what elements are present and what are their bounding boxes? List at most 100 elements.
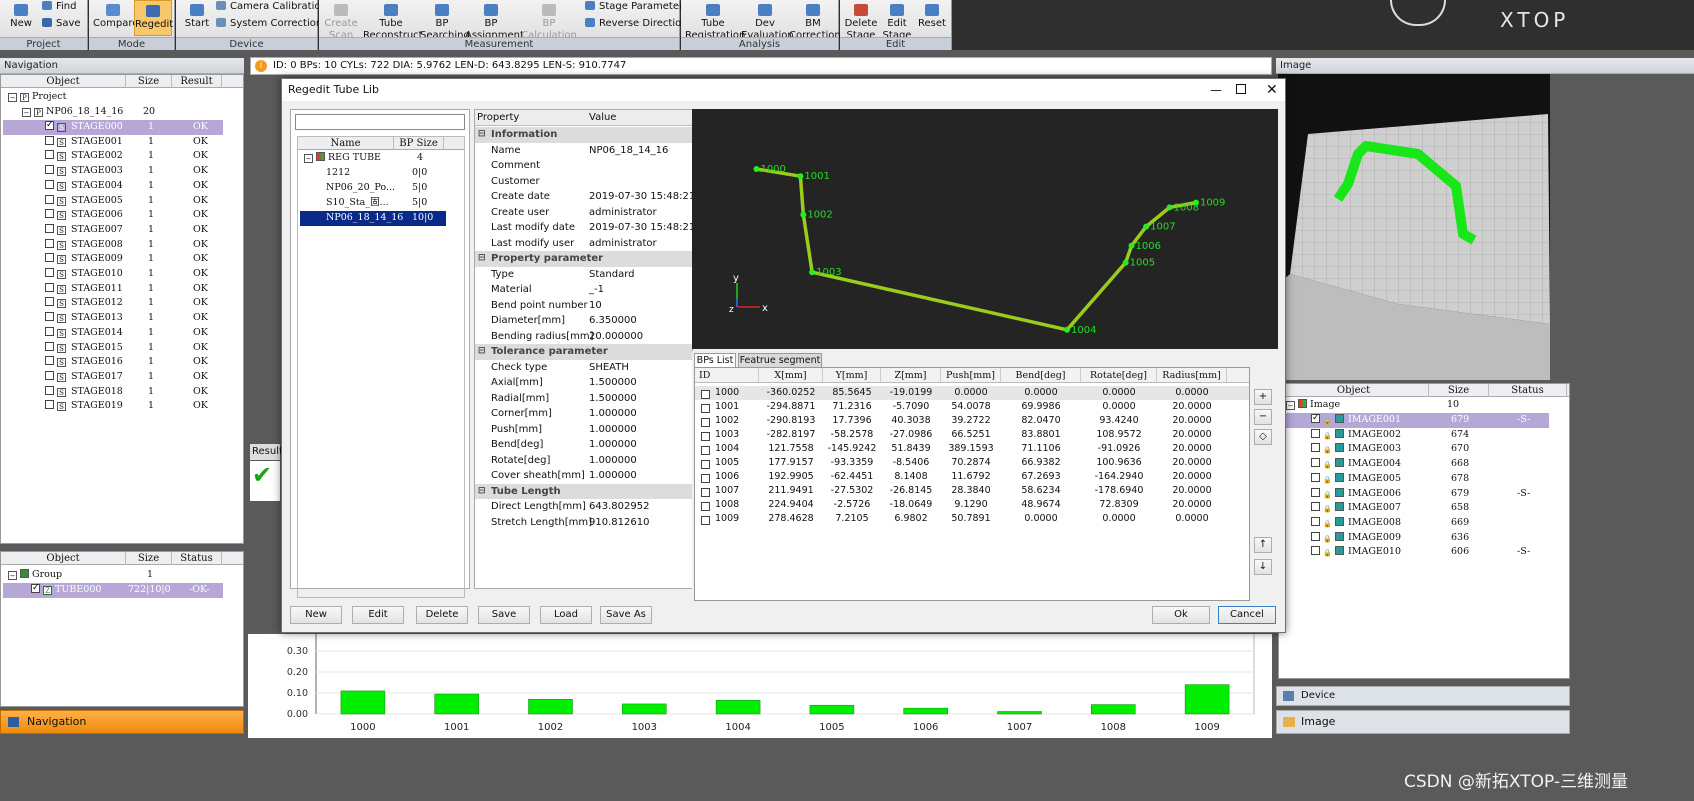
stage-checkbox[interactable] xyxy=(45,253,54,263)
col-name[interactable]: Name xyxy=(298,137,394,150)
col-size[interactable]: Size xyxy=(126,75,172,88)
bp-col-header[interactable]: Radius[mm] xyxy=(1157,368,1227,382)
bend-point-marker[interactable] xyxy=(1166,204,1173,211)
chart-bar[interactable] xyxy=(809,704,855,715)
bp-row[interactable]: 1007 211.9491 -27.5302 -26.8145 28.3840 58.62… xyxy=(695,484,1249,498)
bend-point-marker[interactable] xyxy=(1064,326,1071,333)
stage-checkbox[interactable] xyxy=(45,194,54,204)
stage-row[interactable]: S STAGE019 1 OK xyxy=(3,399,223,414)
lib-save-as-button[interactable]: Save As xyxy=(600,606,652,624)
image-checkbox[interactable] xyxy=(1311,411,1320,426)
stage-row[interactable]: S STAGE002 1 OK xyxy=(3,149,223,164)
chart-bar[interactable] xyxy=(715,700,761,715)
bp-row-checkbox[interactable] xyxy=(701,502,710,511)
image-checkbox[interactable] xyxy=(1311,458,1320,468)
stage-row[interactable]: S STAGE004 1 OK xyxy=(3,179,223,194)
image-checkbox[interactable] xyxy=(1311,487,1320,497)
image-row[interactable]: 🔒 IMAGE009 636 xyxy=(1281,531,1549,546)
image-checkbox[interactable] xyxy=(1311,443,1320,453)
property-row[interactable]: Rotate[deg] 1.000000 xyxy=(475,453,692,469)
tab-feature-segment[interactable]: Featrue segment xyxy=(738,353,822,367)
tube-checkbox[interactable] xyxy=(31,581,40,596)
compare-button[interactable]: Compare xyxy=(93,4,138,30)
stage-checkbox[interactable] xyxy=(45,312,54,322)
bp-side-button[interactable]: ↓ xyxy=(1254,559,1272,575)
col-status[interactable]: Status xyxy=(172,552,222,565)
stage-row[interactable]: S STAGE013 1 OK xyxy=(3,311,223,326)
tree-project[interactable]: − P Project xyxy=(5,90,66,105)
stage-row[interactable]: S STAGE003 1 OK xyxy=(3,164,223,179)
stage-row[interactable]: S STAGE014 1 OK xyxy=(3,326,223,341)
stage-checkbox[interactable] xyxy=(45,370,54,380)
collapse-icon[interactable]: ⊟ xyxy=(478,127,486,143)
stage-checkbox[interactable] xyxy=(45,297,54,307)
stage-row[interactable]: S STAGE017 1 OK xyxy=(3,370,223,385)
bp-row-checkbox[interactable] xyxy=(701,446,710,455)
image-checkbox[interactable] xyxy=(1311,428,1320,438)
property-row[interactable]: Diameter[mm] 6.350000 xyxy=(475,313,692,329)
property-row[interactable]: Comment xyxy=(475,158,692,174)
collapse-icon[interactable]: − xyxy=(304,154,313,163)
image-row[interactable]: 🔒 IMAGE006 679 -S- xyxy=(1281,487,1549,502)
camera-image-view[interactable] xyxy=(1278,74,1550,380)
col-bp-size[interactable]: BP Size xyxy=(394,137,444,150)
property-row[interactable]: Create user administrator xyxy=(475,205,692,221)
new-button[interactable]: New xyxy=(6,4,36,30)
property-row[interactable]: Bending radius[mm] 20.000000 xyxy=(475,329,692,345)
image-checkbox[interactable] xyxy=(1311,546,1320,556)
close-icon[interactable]: ✕ xyxy=(1266,79,1278,101)
property-row[interactable]: Push[mm] 1.000000 xyxy=(475,422,692,438)
tube-3d-viewer[interactable]: 1000 1001 1002 1003 1004 1005 1006 1007 1008 1009… xyxy=(692,109,1278,349)
stage-row[interactable]: S STAGE006 1 OK xyxy=(3,208,223,223)
stage-row[interactable]: S STAGE000 1 OK xyxy=(3,118,223,135)
stage-row[interactable]: S STAGE010 1 OK xyxy=(3,267,223,282)
save-button[interactable]: Save xyxy=(42,18,81,29)
bend-point-marker[interactable] xyxy=(800,211,807,218)
stage-checkbox[interactable] xyxy=(45,341,54,351)
stage-checkbox[interactable] xyxy=(45,400,54,410)
property-row[interactable]: Last modify date 2019-07-30 15:48:21 xyxy=(475,220,692,236)
lib-root[interactable]: − REG TUBE 4 xyxy=(301,151,461,166)
bp-row[interactable]: 1005 177.9157 -93.3359 -8.5406 70.2874 66.938… xyxy=(695,456,1249,470)
property-row[interactable]: Material _-1 xyxy=(475,282,692,298)
stage-row[interactable]: S STAGE001 1 OK xyxy=(3,135,223,150)
col-value[interactable]: Value xyxy=(589,110,616,126)
image-row[interactable]: 🔒 IMAGE004 668 xyxy=(1281,457,1549,472)
tube-row[interactable]: Z TUBE000722|10|0-OK- xyxy=(3,581,223,598)
stage-checkbox[interactable] xyxy=(45,282,54,292)
collapse-icon[interactable]: − xyxy=(22,108,31,117)
bend-point-marker[interactable] xyxy=(753,166,760,172)
col-object[interactable]: Object xyxy=(1,75,126,88)
col-status[interactable]: Status xyxy=(1489,384,1567,397)
lib-item[interactable]: NP06_20_Po... 5|0 xyxy=(300,181,446,196)
bp-row[interactable]: 1003 -282.8197 -58.2578 -27.0986 66.5251 83.8… xyxy=(695,428,1249,442)
property-row[interactable]: Last modify user administrator xyxy=(475,236,692,252)
chart-bar[interactable] xyxy=(903,707,948,715)
chart-bar[interactable] xyxy=(1184,684,1230,715)
bp-col-header[interactable]: ID xyxy=(699,368,759,382)
image-row[interactable]: 🔒 IMAGE003 670 xyxy=(1281,442,1549,457)
image-checkbox[interactable] xyxy=(1311,531,1320,541)
image-checkbox[interactable] xyxy=(1311,502,1320,512)
bp-col-header[interactable]: X[mm] xyxy=(759,368,823,382)
property-row[interactable]: Bend point number 10 xyxy=(475,298,692,314)
stage-checkbox[interactable] xyxy=(45,135,54,145)
maximize-icon[interactable] xyxy=(1236,84,1246,94)
stage-row[interactable]: S STAGE007 1 OK xyxy=(3,223,223,238)
lib-item[interactable]: NP06_18_14_16 10|0 xyxy=(300,211,446,226)
bp-row-checkbox[interactable] xyxy=(701,390,710,399)
bp-row[interactable]: 1008 224.9404 -2.5726 -18.0649 9.1290 48.9674… xyxy=(695,498,1249,512)
image-row[interactable]: 🔒 IMAGE005 678 xyxy=(1281,472,1549,487)
stage-row[interactable]: S STAGE011 1 OK xyxy=(3,282,223,297)
bend-point-marker[interactable] xyxy=(1192,199,1199,206)
system-correction-button[interactable]: System Correction xyxy=(216,18,322,29)
col-size[interactable]: Size xyxy=(126,552,172,565)
bend-point-marker[interactable] xyxy=(1122,259,1129,266)
stage-checkbox[interactable] xyxy=(45,356,54,366)
ok-button[interactable]: Ok xyxy=(1152,606,1210,624)
property-row[interactable]: Create date 2019-07-30 15:48:21 xyxy=(475,189,692,205)
bp-side-button[interactable]: ↑ xyxy=(1254,537,1272,553)
stage-row[interactable]: S STAGE009 1 OK xyxy=(3,252,223,267)
tab-bps-list[interactable]: BPs List xyxy=(694,353,736,367)
property-category[interactable]: ⊟ Information xyxy=(475,127,692,143)
